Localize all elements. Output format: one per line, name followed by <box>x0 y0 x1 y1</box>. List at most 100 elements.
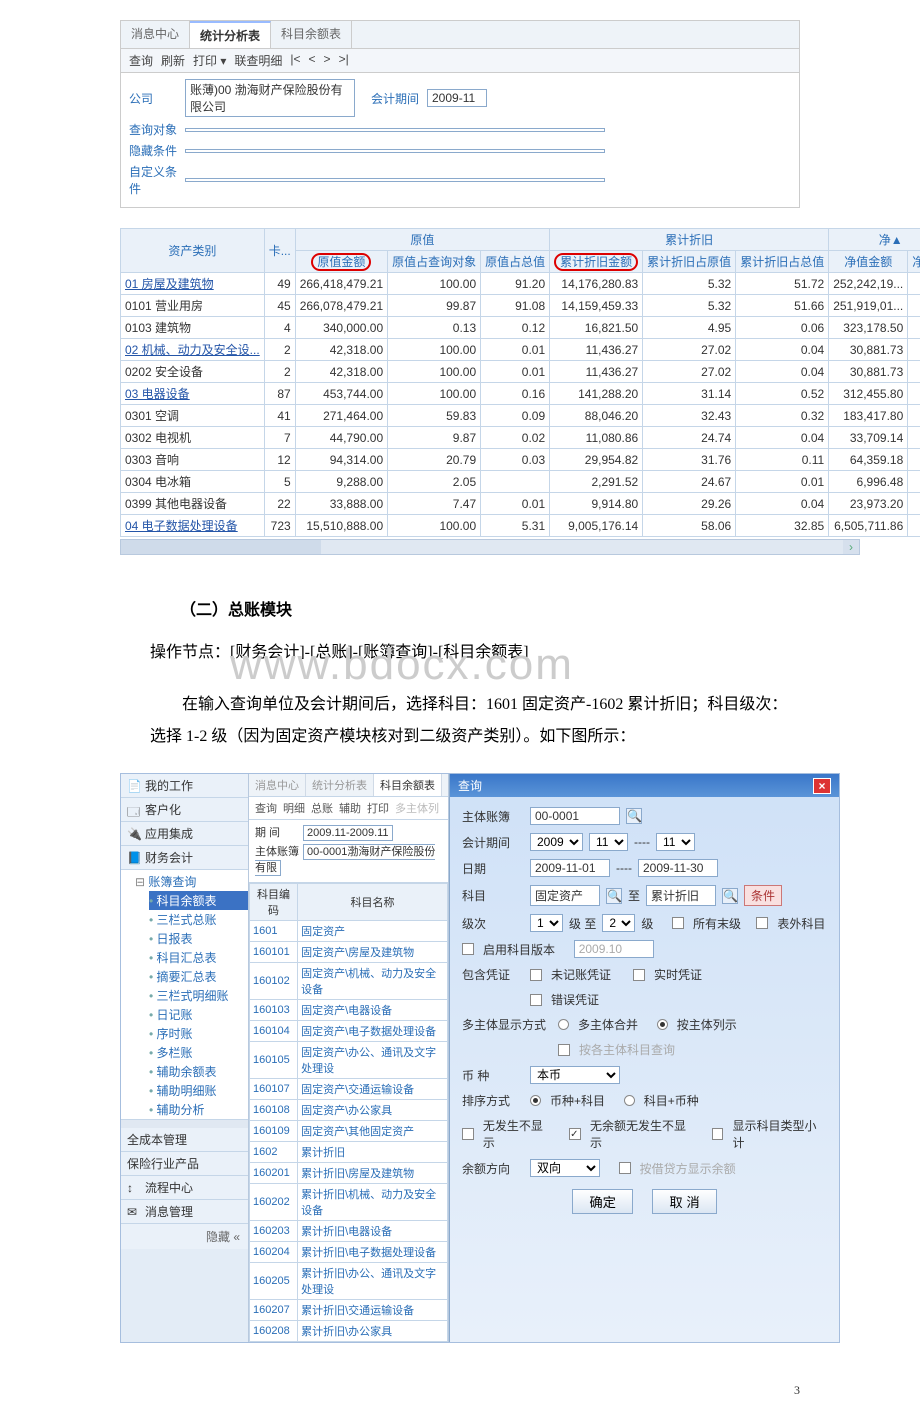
nav-cost[interactable]: 全成本管理 <box>121 1128 248 1152</box>
subject-row[interactable]: 1601固定资产 <box>250 921 448 942</box>
subject-row[interactable]: 160205累计折旧\办公、通讯及文字处理设 <box>250 1263 448 1300</box>
tree-scrollbar[interactable] <box>121 1120 248 1128</box>
mtab-bal[interactable]: 科目余额表 <box>374 774 442 796</box>
cell-category[interactable]: 04 电子数据处理设备 <box>121 515 265 537</box>
cell-category[interactable]: 01 房屋及建筑物 <box>121 273 265 295</box>
d-lvl1-select[interactable]: 1 <box>530 914 563 932</box>
mt-aux[interactable]: 辅助 <box>339 800 361 816</box>
chk-bylender[interactable] <box>619 1162 631 1174</box>
d-book-input[interactable]: 00-0001 <box>530 807 620 825</box>
d-subj1-input[interactable]: 固定资产 <box>530 885 600 906</box>
chk-persubj[interactable] <box>558 1044 570 1056</box>
chk-showtype[interactable] <box>712 1128 724 1140</box>
search-icon-3[interactable]: 🔍 <box>722 888 738 904</box>
nav-mywork[interactable]: 📄我的工作 <box>121 774 248 798</box>
d-subj2-input[interactable]: 累计折旧 <box>646 885 716 906</box>
btn-ok[interactable]: 确定 <box>572 1189 633 1214</box>
d-m1-select[interactable]: 11 <box>589 833 628 851</box>
tree-item[interactable]: 日记账 <box>149 1005 248 1024</box>
rad-sort2[interactable] <box>624 1095 635 1106</box>
mtab-stat[interactable]: 统计分析表 <box>306 774 374 796</box>
d-date2-input[interactable]: 2009-11-30 <box>638 859 718 877</box>
tree-item[interactable]: 多栏账 <box>149 1043 248 1062</box>
hidecond-input[interactable] <box>185 149 605 153</box>
tree-item[interactable]: 序时账 <box>149 1024 248 1043</box>
nav-process[interactable]: ↕流程中心 <box>121 1176 248 1200</box>
nav-client[interactable]: 🗔客户化 <box>121 798 248 822</box>
tab-balance[interactable]: 科目余额表 <box>271 21 352 48</box>
chk-realtime[interactable] <box>633 969 645 981</box>
subject-row[interactable]: 160202累计折旧\机械、动力及安全设备 <box>250 1184 448 1221</box>
nav-next[interactable]: > <box>324 52 331 69</box>
tree-item[interactable]: 科目汇总表 <box>149 948 248 967</box>
mt-detail[interactable]: 明细 <box>283 800 305 816</box>
h-scrollbar[interactable]: ‹ › <box>120 539 860 555</box>
company-input[interactable]: 账薄)00 渤海财产保险股份有限公司 <box>185 79 355 117</box>
mtab-msg[interactable]: 消息中心 <box>249 774 306 796</box>
mt-query[interactable]: 查询 <box>255 800 277 816</box>
d-year-select[interactable]: 2009 <box>530 833 583 851</box>
f-period-input[interactable]: 2009.11-2009.11 <box>303 825 393 841</box>
tree-root[interactable]: 账簿查询 <box>135 872 248 891</box>
nav-hide-btn[interactable]: 隐藏 « <box>121 1224 248 1249</box>
chk-nobal[interactable] <box>569 1128 581 1140</box>
subject-row[interactable]: 160104固定资产\电子数据处理设备 <box>250 1021 448 1042</box>
subject-row[interactable]: 160203累计折旧\电器设备 <box>250 1221 448 1242</box>
tree-item[interactable]: 三栏式明细账 <box>149 986 248 1005</box>
chk-nohappen[interactable] <box>462 1128 474 1140</box>
nav-first[interactable]: |< <box>290 52 300 69</box>
tab-messages[interactable]: 消息中心 <box>121 21 190 48</box>
subject-row[interactable]: 160208累计折旧\办公家具 <box>250 1321 448 1342</box>
chk-err[interactable] <box>530 994 542 1006</box>
chk-endonly[interactable] <box>672 917 684 929</box>
mt-print[interactable]: 打印 <box>367 800 389 816</box>
nav-prev[interactable]: < <box>309 52 316 69</box>
category-link[interactable]: 02 机械、动力及安全设... <box>125 343 260 357</box>
d-date1-input[interactable]: 2009-11-01 <box>530 859 610 877</box>
d-baldir-select[interactable]: 双向 <box>530 1159 600 1177</box>
subject-row[interactable]: 160102固定资产\机械、动力及安全设备 <box>250 963 448 1000</box>
tree-item[interactable]: 日报表 <box>149 929 248 948</box>
tree-item[interactable]: 辅助余额表 <box>149 1062 248 1081</box>
tree-item[interactable]: 摘要汇总表 <box>149 967 248 986</box>
tree-item[interactable]: 科目余额表 <box>149 891 248 910</box>
tab-stats[interactable]: 统计分析表 <box>190 21 271 48</box>
scroll-thumb[interactable] <box>121 540 321 554</box>
btn-query[interactable]: 查询 <box>129 52 153 69</box>
nav-integration[interactable]: 🔌应用集成 <box>121 822 248 846</box>
mt-gl[interactable]: 总账 <box>311 800 333 816</box>
rad-sort1[interactable] <box>530 1095 541 1106</box>
queryobj-input[interactable] <box>185 128 605 132</box>
category-link[interactable]: 03 电器设备 <box>125 387 190 401</box>
search-icon[interactable]: 🔍 <box>626 808 642 824</box>
subject-row[interactable]: 160207累计折旧\交通运输设备 <box>250 1300 448 1321</box>
d-m2-select[interactable]: 11 <box>656 833 695 851</box>
subject-row[interactable]: 160109固定资产\其他固定资产 <box>250 1121 448 1142</box>
d-lvl2-select[interactable]: 2 <box>602 914 635 932</box>
tree-item[interactable]: 辅助分析 <box>149 1100 248 1119</box>
d-curr-select[interactable]: 本币 <box>530 1066 620 1084</box>
close-icon[interactable]: × <box>813 778 831 794</box>
subject-row[interactable]: 160105固定资产\办公、通讯及文字处理设 <box>250 1042 448 1079</box>
d-cond-btn[interactable]: 条件 <box>744 885 782 906</box>
chk-ext[interactable] <box>756 917 768 929</box>
subject-row[interactable]: 160204累计折旧\电子数据处理设备 <box>250 1242 448 1263</box>
rad-merge[interactable] <box>558 1019 569 1030</box>
cell-category[interactable]: 03 电器设备 <box>121 383 265 405</box>
btn-detail[interactable]: 联查明细 <box>234 52 282 69</box>
custom-input[interactable] <box>185 178 605 182</box>
period-input[interactable]: 2009-11 <box>427 89 487 107</box>
chk-unbook[interactable] <box>530 969 542 981</box>
cell-category[interactable]: 02 机械、动力及安全设... <box>121 339 265 361</box>
chk-version[interactable] <box>462 943 474 955</box>
rad-list[interactable] <box>657 1019 668 1030</box>
subject-row[interactable]: 160103固定资产\电器设备 <box>250 1000 448 1021</box>
category-link[interactable]: 01 房屋及建筑物 <box>125 277 214 291</box>
subject-row[interactable]: 160107固定资产\交通运输设备 <box>250 1079 448 1100</box>
category-link[interactable]: 04 电子数据处理设备 <box>125 519 238 533</box>
nav-last[interactable]: >| <box>339 52 349 69</box>
nav-message[interactable]: ✉消息管理 <box>121 1200 248 1224</box>
tree-item[interactable]: 三栏式总账 <box>149 910 248 929</box>
subject-row[interactable]: 160101固定资产\房屋及建筑物 <box>250 942 448 963</box>
btn-cancel[interactable]: 取 消 <box>652 1189 716 1214</box>
